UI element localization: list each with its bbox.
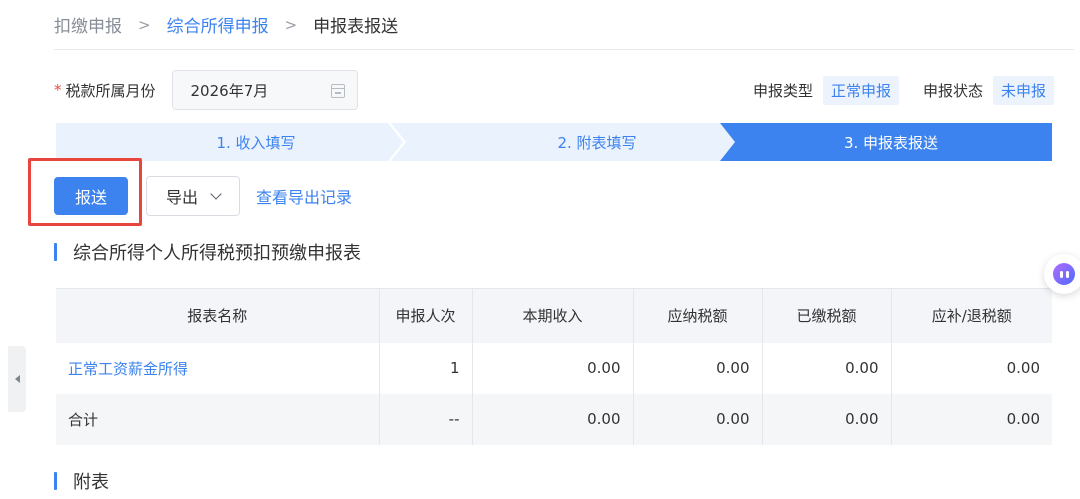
period-label: 税款所属月份 (65, 81, 156, 100)
step-label: 2. 附表填写 (557, 133, 637, 152)
breadcrumb-link[interactable]: 综合所得申报 (167, 12, 269, 37)
schedule-section-title-text: 附表 (73, 472, 109, 493)
step-label: 3. 申报表报送 (843, 133, 939, 152)
step-label: 1. 收入填写 (216, 133, 296, 152)
filing-status-label: 申报状态 (922, 81, 983, 100)
export-records-link[interactable]: 查看导出记录 (256, 184, 352, 208)
export-label: 导出 (165, 188, 198, 207)
period-value: 2026年7月 (190, 81, 269, 100)
filing-type-badge: 正常申报 (822, 75, 899, 105)
progress-steps: 1. 收入填写 2. 附表填写 3. 申报表报送 (56, 123, 1052, 161)
filing-type-label: 申报类型 (752, 81, 813, 100)
assistant-bubble[interactable] (1044, 254, 1080, 294)
column-header: 申报人次 (379, 288, 473, 343)
table-cell: 0.00 (472, 342, 634, 394)
sidebar-collapse-toggle[interactable] (8, 346, 26, 412)
left-rail (0, 0, 30, 499)
report-section-title: 综合所得个人所得税预扣预缴申报表 (54, 241, 361, 264)
schedule-section-title: 附表 (54, 470, 109, 493)
breadcrumb: 扣缴申报 > 综合所得申报 > 申报表报送 (54, 0, 1074, 50)
assistant-bubble-icon (1053, 263, 1075, 285)
section-marker (54, 243, 57, 261)
filing-status-badge: 未申报 (992, 75, 1054, 105)
chevron-down-icon (210, 188, 222, 200)
action-bar: 报送 导出 查看导出记录 (54, 176, 352, 216)
table-cell: 0.00 (633, 342, 763, 394)
breadcrumb-root[interactable]: 扣缴申报 (54, 12, 122, 37)
table-cell: -- (379, 393, 473, 445)
column-header: 本期收入 (472, 288, 634, 343)
table-cell: 合计 (56, 393, 380, 445)
column-header: 报表名称 (56, 288, 380, 343)
table-cell: 0.00 (891, 342, 1052, 394)
report-section-title-text: 综合所得个人所得税预扣预缴申报表 (73, 243, 361, 264)
table-cell: 1 (379, 342, 473, 394)
table-cell: 0.00 (762, 393, 892, 445)
table-row: 正常工资薪金所得 1 0.00 0.00 0.00 0.00 (56, 342, 1052, 394)
table-row-total: 合计 -- 0.00 0.00 0.00 0.00 (56, 393, 1052, 445)
breadcrumb-separator: > (284, 15, 298, 34)
table-cell: 0.00 (633, 393, 763, 445)
table-cell: 0.00 (762, 342, 892, 394)
breadcrumb-separator: > (138, 15, 151, 34)
table-cell: 0.00 (472, 393, 634, 445)
table-cell: 0.00 (891, 393, 1052, 445)
required-mark: * (54, 81, 62, 99)
period-date-picker[interactable]: 2026年7月 (171, 70, 358, 110)
chevron-left-icon (14, 375, 20, 383)
calendar-icon (330, 84, 345, 98)
report-name-link[interactable]: 正常工资薪金所得 (68, 360, 188, 378)
step-submit-report[interactable]: 3. 申报表报送 (720, 123, 1052, 161)
report-table: 报表名称 申报人次 本期收入 应纳税额 已缴税额 应补/退税额 正常工资薪金所得… (56, 288, 1052, 445)
filing-info-row: * 税款所属月份 2026年7月 申报类型 正常申报 申报状态 未申报 (54, 70, 1054, 110)
column-header: 应补/退税额 (891, 288, 1052, 343)
report-name-cell: 正常工资薪金所得 (56, 342, 380, 394)
submit-button[interactable]: 报送 (54, 177, 128, 215)
table-header-row: 报表名称 申报人次 本期收入 应纳税额 已缴税额 应补/退税额 (56, 288, 1052, 343)
breadcrumb-current: 申报表报送 (313, 17, 399, 37)
column-header: 已缴税额 (762, 288, 892, 343)
section-marker (54, 472, 57, 490)
export-dropdown-button[interactable]: 导出 (146, 176, 240, 216)
column-header: 应纳税额 (633, 288, 763, 343)
